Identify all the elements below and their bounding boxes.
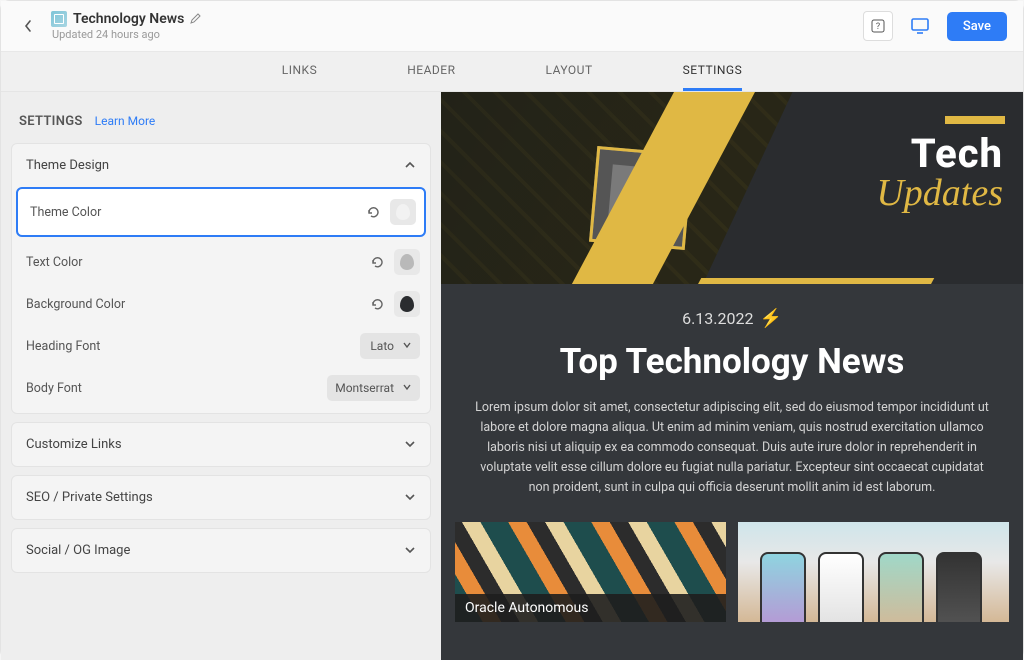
preview-device-button[interactable] [905, 11, 935, 41]
chevron-down-icon [404, 541, 416, 560]
preview-body: Lorem ipsum dolor sit amet, consectetur … [472, 398, 992, 498]
section-head-theme-design[interactable]: Theme Design [12, 144, 430, 187]
settings-heading: SETTINGS [19, 114, 83, 129]
tab-layout[interactable]: LAYOUT [546, 63, 593, 91]
card-1-label: Oracle Autonomous [455, 594, 726, 622]
reset-icon[interactable] [366, 251, 388, 273]
hero-banner: Tech Updates [441, 92, 1023, 284]
chevron-down-icon [402, 381, 412, 395]
preview-card-1: Oracle Autonomous [455, 522, 726, 622]
row-heading-font[interactable]: Heading Font Lato [12, 325, 430, 367]
page-title: Technology News [73, 11, 184, 27]
svg-text:?: ? [876, 22, 880, 32]
row-theme-color[interactable]: Theme Color [16, 187, 426, 237]
page-icon [51, 11, 67, 27]
chevron-down-icon [404, 435, 416, 454]
tab-bar: LINKS HEADER LAYOUT SETTINGS [1, 52, 1023, 92]
chevron-down-icon [402, 339, 412, 353]
heading-font-select[interactable]: Lato [360, 333, 420, 359]
chevron-down-icon [404, 488, 416, 507]
tab-header[interactable]: HEADER [407, 63, 455, 91]
preview-date: 6.13.2022 [682, 309, 753, 328]
help-button[interactable]: ? [863, 11, 893, 41]
section-head-seo[interactable]: SEO / Private Settings [12, 476, 430, 519]
preview-headline: Top Technology News [467, 341, 997, 382]
bg-color-swatch[interactable] [394, 291, 420, 317]
top-bar: Technology News Updated 24 hours ago ? S… [1, 1, 1023, 52]
bolt-icon: ⚡ [759, 308, 781, 329]
section-social: Social / OG Image [11, 528, 431, 573]
hero-title-1: Tech [876, 134, 1003, 174]
preview-card-2 [738, 522, 1009, 622]
section-customize-links: Customize Links [11, 422, 431, 467]
reset-icon[interactable] [362, 201, 384, 223]
tab-links[interactable]: LINKS [282, 63, 317, 91]
preview-pane: Tech Updates 6.13.2022 ⚡ Top Technology … [441, 92, 1023, 660]
settings-panel: SETTINGS Learn More Theme Design Theme C… [1, 92, 441, 660]
reset-icon[interactable] [366, 293, 388, 315]
edit-title-button[interactable] [190, 12, 202, 27]
row-bg-color[interactable]: Background Color [12, 283, 430, 325]
body-font-select[interactable]: Montserrat [327, 375, 420, 401]
hero-title-2: Updates [876, 174, 1003, 212]
row-text-color[interactable]: Text Color [12, 241, 430, 283]
chevron-up-icon [404, 156, 416, 175]
section-head-social[interactable]: Social / OG Image [12, 529, 430, 572]
save-button[interactable]: Save [947, 12, 1007, 41]
back-button[interactable] [17, 15, 39, 37]
tab-settings[interactable]: SETTINGS [683, 63, 743, 91]
section-theme-design: Theme Design Theme Color Text Color Back… [11, 143, 431, 414]
learn-more-link[interactable]: Learn More [95, 114, 156, 128]
section-head-customize-links[interactable]: Customize Links [12, 423, 430, 466]
text-color-swatch[interactable] [394, 249, 420, 275]
row-body-font[interactable]: Body Font Montserrat [12, 367, 430, 413]
section-seo: SEO / Private Settings [11, 475, 431, 520]
theme-color-swatch[interactable] [390, 199, 416, 225]
updated-text: Updated 24 hours ago [52, 28, 863, 41]
